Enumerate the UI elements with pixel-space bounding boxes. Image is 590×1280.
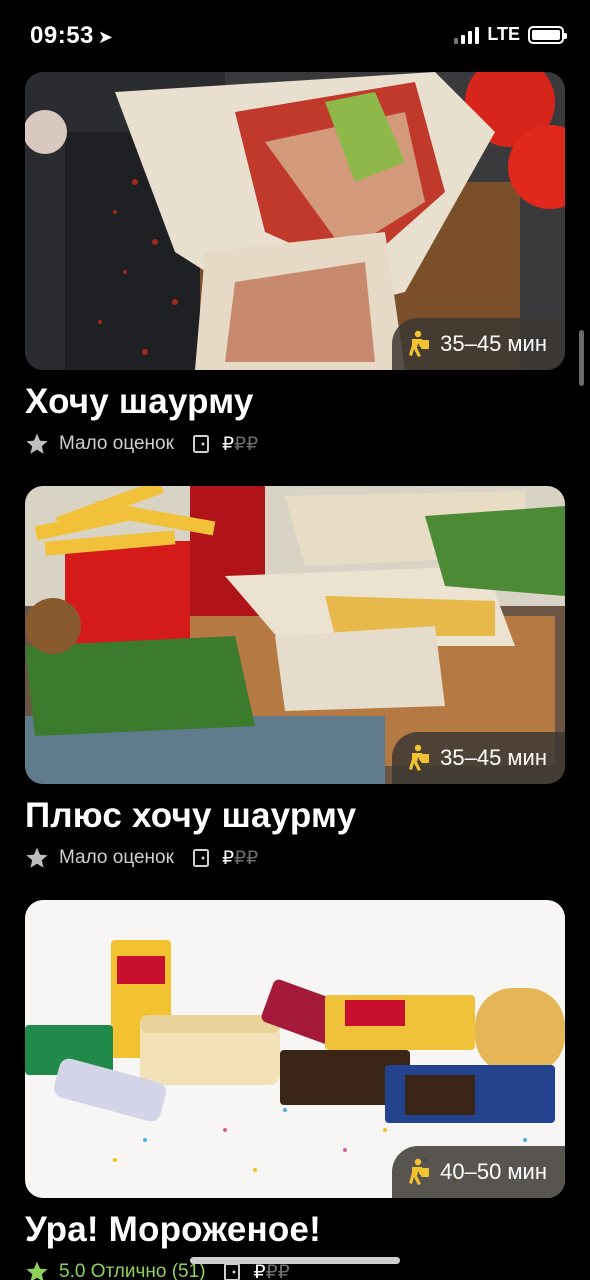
- scrollbar[interactable]: [579, 330, 584, 386]
- delivery-time: 35–45 мин: [440, 331, 547, 356]
- restaurant-image[interactable]: 40–50 мин: [25, 900, 565, 1198]
- restaurant-image[interactable]: 35–45 мин: [25, 72, 565, 370]
- star-icon: [26, 1261, 48, 1280]
- price-level: ₽₽₽: [222, 847, 258, 870]
- restaurant-image[interactable]: 35–45 мин: [25, 486, 565, 784]
- price-active: ₽: [221, 433, 235, 455]
- star-icon: [26, 433, 48, 454]
- status-indicators: LTE: [454, 24, 567, 45]
- delivery-time-badge: 35–45 мин: [392, 732, 565, 784]
- courier-walking-icon: [409, 330, 430, 357]
- price-level: ₽₽₽: [222, 433, 258, 456]
- delivery-time-badge: 35–45 мин: [392, 318, 565, 370]
- location-arrow-icon: ➤: [97, 27, 114, 47]
- restaurant-card[interactable]: 35–45 мин Хочу шаурму Мало оценок ₽₽₽: [25, 72, 565, 456]
- rating-text: Мало оценок: [59, 847, 174, 868]
- restaurant-name[interactable]: Плюс хочу шаурму: [25, 796, 565, 836]
- door-icon: [192, 849, 209, 867]
- courier-walking-icon: [409, 1158, 430, 1185]
- delivery-time: 35–45 мин: [440, 745, 547, 770]
- star-icon: [26, 847, 48, 868]
- door-icon: [192, 435, 209, 453]
- price-active: ₽: [253, 1261, 266, 1280]
- network-type: LTE: [487, 24, 520, 44]
- delivery-time-badge: 40–50 мин: [392, 1146, 565, 1198]
- rating-text: Мало оценок: [59, 433, 174, 454]
- price-active: ₽: [221, 847, 235, 869]
- price-dim: ₽₽: [265, 1261, 290, 1280]
- restaurant-meta: Мало оценок ₽₽₽: [25, 432, 565, 456]
- clock-text: 09:53: [30, 22, 94, 49]
- courier-walking-icon: [409, 744, 430, 771]
- restaurant-card[interactable]: 35–45 мин Плюс хочу шаурму Мало оценок ₽…: [25, 486, 565, 870]
- status-time: 09:53 ➤: [30, 22, 113, 50]
- door-icon: [224, 1263, 241, 1280]
- signal-icon: [454, 26, 480, 44]
- rating-text: 5.0 Отлично (51): [59, 1261, 206, 1280]
- home-indicator[interactable]: [190, 1257, 400, 1264]
- status-bar: 09:53 ➤ LTE: [0, 0, 590, 72]
- restaurant-name[interactable]: Хочу шаурму: [25, 382, 565, 422]
- price-dim: ₽₽: [234, 847, 259, 869]
- restaurant-name[interactable]: Ура! Мороженое!: [25, 1210, 565, 1250]
- restaurant-card[interactable]: 40–50 мин Ура! Мороженое! 5.0 Отлично (5…: [25, 900, 565, 1280]
- price-dim: ₽₽: [234, 433, 259, 455]
- delivery-time: 40–50 мин: [440, 1159, 547, 1184]
- battery-icon: [528, 25, 567, 44]
- restaurant-meta: Мало оценок ₽₽₽: [25, 846, 565, 870]
